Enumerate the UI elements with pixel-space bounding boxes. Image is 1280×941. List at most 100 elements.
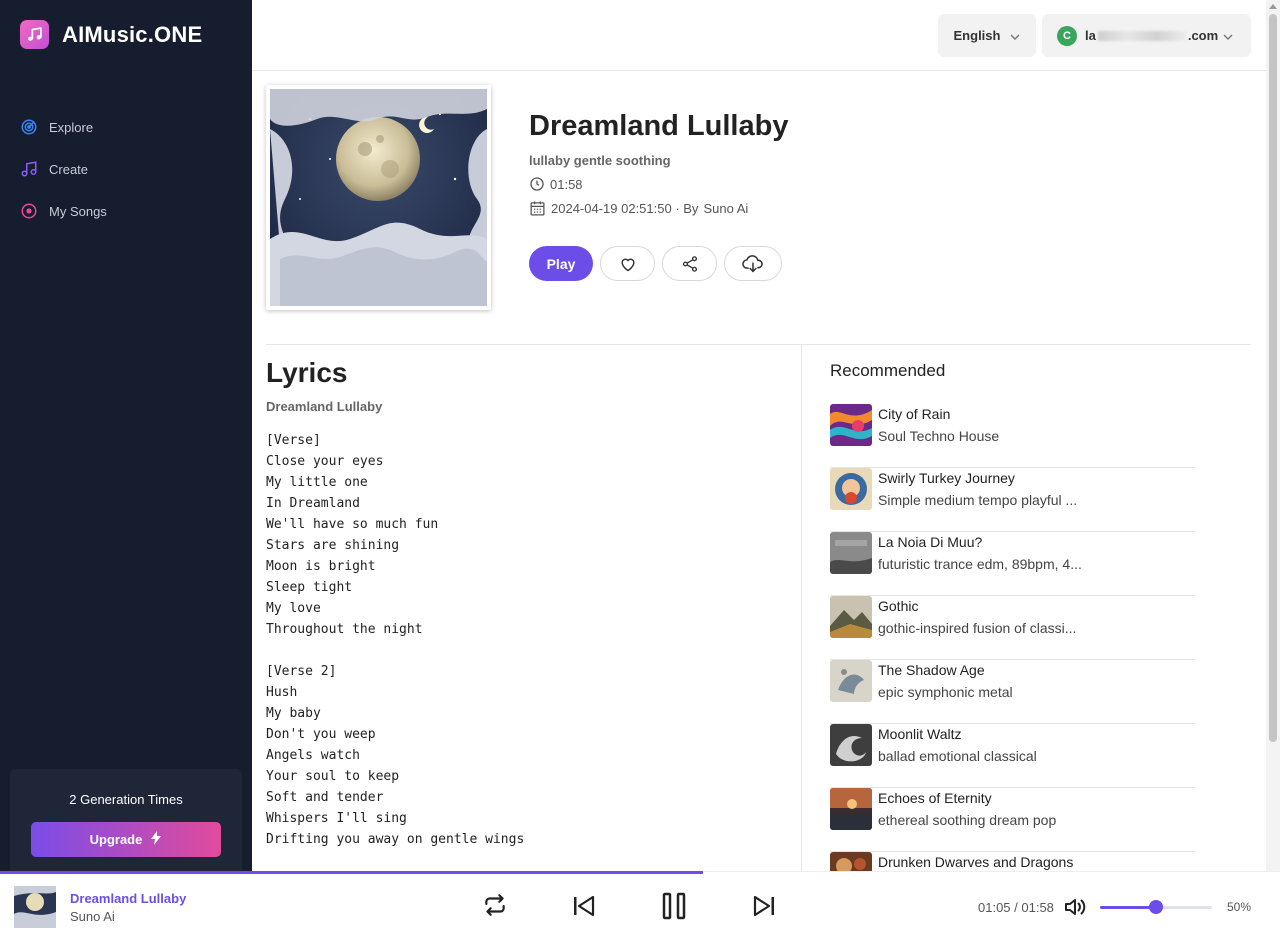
rec-title: The Shadow Age [878, 662, 985, 678]
user-menu[interactable]: C la .com [1042, 14, 1251, 57]
lightning-icon [150, 831, 162, 848]
email-redacted [1097, 30, 1186, 41]
email-suffix: .com [1187, 28, 1219, 43]
volume-percent: 50% [1227, 900, 1252, 914]
volume-knob[interactable] [1149, 900, 1163, 914]
rec-desc: ethereal soothing dream pop [878, 812, 1057, 828]
previous-button[interactable] [570, 895, 596, 917]
sidebar-item-label: Explore [49, 119, 94, 135]
lyrics-text: [Verse] Close your eyes My little one In… [266, 433, 525, 847]
generation-card: 2 Generation Times Upgrade [10, 769, 242, 872]
song-actions: Play [529, 246, 789, 281]
page-scrollbar[interactable] [1266, 0, 1280, 872]
rec-desc: gothic-inspired fusion of classi... [878, 620, 1077, 636]
divider [801, 345, 802, 872]
list-item[interactable]: Gothic gothic-inspired fusion of classi.… [830, 596, 1195, 660]
app-root: AIMusic.ONE Explore Create My Songs 2 Ge… [0, 0, 1280, 941]
sidebar-nav: Explore Create My Songs [20, 106, 107, 232]
volume-button[interactable] [1063, 896, 1087, 923]
rec-title: Moonlit Waltz [878, 726, 962, 742]
target-icon [20, 118, 38, 136]
list-item[interactable]: The Shadow Age epic symphonic metal [830, 660, 1195, 724]
download-button[interactable] [724, 246, 782, 281]
song-thumbnail [830, 724, 872, 766]
pause-icon [662, 892, 686, 920]
music-note-icon [20, 160, 38, 178]
song-thumbnail [830, 532, 872, 574]
player-bar: Dreamland Lullaby Suno Ai 01:05 / 01:58 … [0, 871, 1280, 941]
repeat-icon [485, 894, 505, 916]
song-thumbnail [830, 468, 872, 510]
rec-title: Echoes of Eternity [878, 790, 992, 806]
calendar-icon [530, 201, 545, 216]
lyrics-heading: Lyrics [266, 357, 348, 388]
next-button[interactable] [752, 895, 778, 917]
list-item[interactable]: Echoes of Eternity ethereal soothing dre… [830, 788, 1195, 852]
player-song-title[interactable]: Dreamland Lullaby [70, 891, 186, 906]
app-logo[interactable]: AIMusic.ONE [20, 20, 202, 49]
created-date: 2024-04-19 02:51:50 · By [551, 201, 699, 216]
generation-count: 2 Generation Times [69, 792, 183, 807]
rec-title: City of Rain [878, 406, 951, 422]
play-button[interactable]: Play [529, 246, 593, 281]
volume-icon [1065, 899, 1086, 915]
song-duration: 01:58 [529, 176, 583, 192]
upgrade-button[interactable]: Upgrade [31, 822, 221, 857]
playback-progress[interactable] [0, 871, 703, 874]
rec-desc: futuristic trance edm, 89bpm, 4... [878, 556, 1082, 572]
rec-title: Drunken Dwarves and Dragons [878, 854, 1074, 870]
sidebar-item-create[interactable]: Create [20, 148, 107, 190]
list-item[interactable]: Drunken Dwarves and Dragons [830, 852, 1195, 872]
email-prefix: la [1085, 28, 1096, 43]
song-title: Dreamland Lullaby [529, 110, 789, 142]
song-cover [266, 85, 491, 316]
song-thumbnail [830, 788, 872, 830]
song-tags: lullaby gentle soothing [529, 153, 671, 168]
song-thumbnail [830, 404, 872, 446]
heart-icon [620, 258, 635, 271]
share-icon [682, 255, 697, 272]
divider [266, 344, 1251, 345]
language-label: English [953, 28, 1001, 43]
share-button[interactable] [662, 246, 717, 281]
sidebar-item-my-songs[interactable]: My Songs [20, 190, 107, 232]
duration-value: 01:58 [550, 176, 583, 192]
list-item[interactable]: Moonlit Waltz ballad emotional classical [830, 724, 1195, 788]
cloud-download-icon [742, 254, 763, 272]
app-name: AIMusic.ONE [62, 21, 203, 47]
song-thumbnail [830, 596, 872, 638]
player-thumbnail [14, 886, 56, 928]
player-artist: Suno Ai [70, 909, 115, 924]
list-item[interactable]: La Noia Di Muu? futuristic trance edm, 8… [830, 532, 1195, 596]
clock-icon [530, 177, 544, 191]
sidebar-item-explore[interactable]: Explore [20, 106, 107, 148]
recommended-heading: Recommended [830, 361, 946, 380]
pause-button[interactable] [662, 892, 686, 920]
list-item[interactable]: Swirly Turkey Journey Simple medium temp… [830, 468, 1195, 532]
music-logo-icon [20, 20, 49, 49]
sidebar: AIMusic.ONE Explore Create My Songs 2 Ge… [0, 0, 252, 872]
playback-time: 01:05 / 01:58 [978, 900, 1054, 915]
scrollbar-thumb[interactable] [1269, 14, 1277, 742]
like-button[interactable] [600, 246, 655, 281]
song-thumbnail [830, 852, 872, 872]
avatar: C [1057, 25, 1077, 46]
rec-desc: epic symphonic metal [878, 684, 1013, 700]
rec-title: Swirly Turkey Journey [878, 470, 1015, 486]
rec-desc: Simple medium tempo playful ... [878, 492, 1078, 508]
sidebar-item-label: Create [49, 161, 89, 177]
list-item[interactable]: City of Rain Soul Techno House [830, 404, 1195, 468]
sidebar-item-label: My Songs [49, 203, 107, 219]
song-author[interactable]: Suno Ai [703, 201, 748, 216]
rec-desc: ballad emotional classical [878, 748, 1037, 764]
rec-title: Gothic [878, 598, 919, 614]
recommended-list: City of Rain Soul Techno House Swirly Tu… [830, 404, 1195, 872]
scroll-up-arrow-icon[interactable] [1269, 4, 1277, 9]
volume-fill [1100, 906, 1156, 909]
skip-back-icon [574, 895, 595, 917]
volume-slider[interactable] [1100, 900, 1212, 914]
chevron-down-icon [1010, 28, 1020, 43]
language-select[interactable]: English [938, 14, 1036, 57]
disc-icon [20, 202, 38, 220]
repeat-button[interactable] [482, 892, 508, 918]
